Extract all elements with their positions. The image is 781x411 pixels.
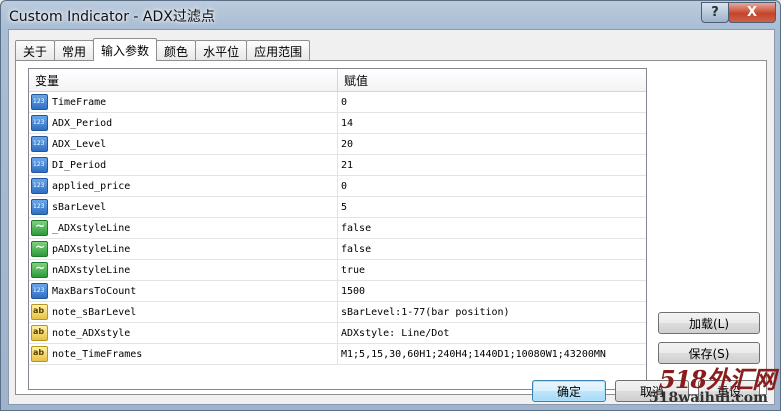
value-cell[interactable]: sBarLevel:1-77(bar position) — [338, 302, 510, 322]
tab-levels[interactable]: 水平位 — [195, 40, 248, 61]
help-button[interactable]: ? — [701, 2, 729, 23]
table-row[interactable]: note_sBarLevel sBarLevel:1-77(bar positio… — [29, 302, 646, 323]
value-cell[interactable]: 5 — [338, 197, 347, 217]
variable-cell[interactable]: note_ADXstyle — [29, 323, 338, 343]
value-cell[interactable]: 14 — [338, 113, 353, 133]
dialog-client-area: 关于 常用 输入参数 颜色 水平位 应用范围 变量 赋值 TimeFrame0A… — [8, 29, 775, 405]
ok-button[interactable]: 确定 — [532, 380, 606, 402]
number-icon — [31, 199, 48, 215]
table-row[interactable]: note_TimeFrames M1;5,15,30,60H1;240H4;144… — [29, 344, 646, 365]
variable-cell[interactable]: note_TimeFrames — [29, 344, 338, 364]
variable-name: note_TimeFrames — [52, 348, 143, 360]
table-row[interactable]: DI_Period 21 — [29, 155, 646, 176]
column-header-variable[interactable]: 变量 — [29, 69, 338, 91]
variable-name: note_ADXstyle — [52, 327, 131, 339]
inputs-panel: 变量 赋值 TimeFrame0ADX_Period14ADX_Level20D… — [15, 60, 767, 395]
value-cell[interactable]: ADXstyle: Line/Dot — [338, 323, 449, 343]
number-icon — [31, 136, 48, 152]
value-cell[interactable]: false — [338, 239, 371, 259]
variable-name: sBarLevel — [52, 201, 107, 213]
value-cell[interactable]: 0 — [338, 92, 347, 112]
table-row[interactable]: sBarLevel 5 — [29, 197, 646, 218]
variable-cell[interactable]: note_sBarLevel — [29, 302, 338, 322]
column-header-value[interactable]: 赋值 — [338, 69, 368, 91]
tab-about[interactable]: 关于 — [15, 40, 56, 61]
load-button[interactable]: 加载(L) — [658, 312, 760, 334]
variable-name: ADX_Level — [52, 138, 107, 150]
table-row[interactable]: TimeFrame 0 — [29, 92, 646, 113]
value-cell[interactable]: 0 — [338, 176, 347, 196]
variable-name: applied_price — [52, 180, 131, 192]
table-row[interactable]: MaxBarsToCount 1500 — [29, 281, 646, 302]
string-icon — [31, 325, 48, 341]
table-row[interactable]: ADX_Period 14 — [29, 113, 646, 134]
dialog-window: Custom Indicator - ADX过滤点 ? X 关于 常用 输入参数… — [0, 0, 781, 411]
number-icon — [31, 115, 48, 131]
variable-cell[interactable]: pADXstyleLine — [29, 239, 338, 259]
variable-name: DI_Period — [52, 159, 107, 171]
value-cell[interactable]: 1500 — [338, 281, 365, 301]
table-row[interactable]: pADXstyleLine false — [29, 239, 646, 260]
string-icon — [31, 304, 48, 320]
variable-cell[interactable]: ADX_Period — [29, 113, 338, 133]
title-bar[interactable]: Custom Indicator - ADX过滤点 ? X — [1, 1, 780, 29]
table-row[interactable]: nADXstyleLine true — [29, 260, 646, 281]
table-row[interactable]: _ADXstyleLine false — [29, 218, 646, 239]
value-cell[interactable]: true — [338, 260, 365, 280]
variable-name: nADXstyleLine — [52, 264, 131, 276]
number-icon — [31, 157, 48, 173]
table-row[interactable]: applied_price 0 — [29, 176, 646, 197]
variable-name: TimeFrame — [52, 96, 107, 108]
variable-name: MaxBarsToCount — [52, 285, 137, 297]
variable-cell[interactable]: TimeFrame — [29, 92, 338, 112]
tab-visualization[interactable]: 应用范围 — [246, 40, 311, 61]
tab-strip: 关于 常用 输入参数 颜色 水平位 应用范围 — [15, 38, 311, 61]
grid-header: 变量 赋值 — [29, 69, 646, 92]
variable-cell[interactable]: nADXstyleLine — [29, 260, 338, 280]
boolean-icon — [31, 219, 48, 236]
boolean-icon — [31, 261, 48, 278]
string-icon — [31, 346, 48, 362]
grid-rows: TimeFrame0ADX_Period14ADX_Level20DI_Peri… — [29, 92, 646, 365]
variable-cell[interactable]: DI_Period — [29, 155, 338, 175]
variable-name: note_sBarLevel — [52, 306, 137, 318]
value-cell[interactable]: 21 — [338, 155, 353, 175]
variable-cell[interactable]: ADX_Level — [29, 134, 338, 154]
variable-cell[interactable]: _ADXstyleLine — [29, 218, 338, 238]
variable-name: ADX_Period — [52, 117, 113, 129]
tab-inputs[interactable]: 输入参数 — [93, 38, 158, 61]
variable-cell[interactable]: sBarLevel — [29, 197, 338, 217]
variable-cell[interactable]: applied_price — [29, 176, 338, 196]
close-button[interactable]: X — [728, 2, 776, 23]
variable-name: pADXstyleLine — [52, 243, 131, 255]
variable-name: _ADXstyleLine — [52, 222, 131, 234]
number-icon — [31, 94, 48, 110]
tab-common[interactable]: 常用 — [54, 40, 95, 61]
value-cell[interactable]: 20 — [338, 134, 353, 154]
watermark-line2: 518waihui.com — [649, 390, 768, 406]
variable-cell[interactable]: MaxBarsToCount — [29, 281, 338, 301]
number-icon — [31, 283, 48, 299]
value-cell[interactable]: M1;5,15,30,60H1;240H4;1440D1;10080W1;432… — [338, 344, 606, 364]
table-row[interactable]: ADX_Level 20 — [29, 134, 646, 155]
window-title: Custom Indicator - ADX过滤点 — [9, 9, 215, 25]
table-row[interactable]: note_ADXstyle ADXstyle: Line/Dot — [29, 323, 646, 344]
value-cell[interactable]: false — [338, 218, 371, 238]
number-icon — [31, 178, 48, 194]
tab-colors[interactable]: 颜色 — [156, 40, 197, 61]
boolean-icon — [31, 240, 48, 257]
parameters-grid: 变量 赋值 TimeFrame0ADX_Period14ADX_Level20D… — [28, 68, 647, 390]
watermark: 518外汇网 518waihui.com — [645, 360, 780, 411]
